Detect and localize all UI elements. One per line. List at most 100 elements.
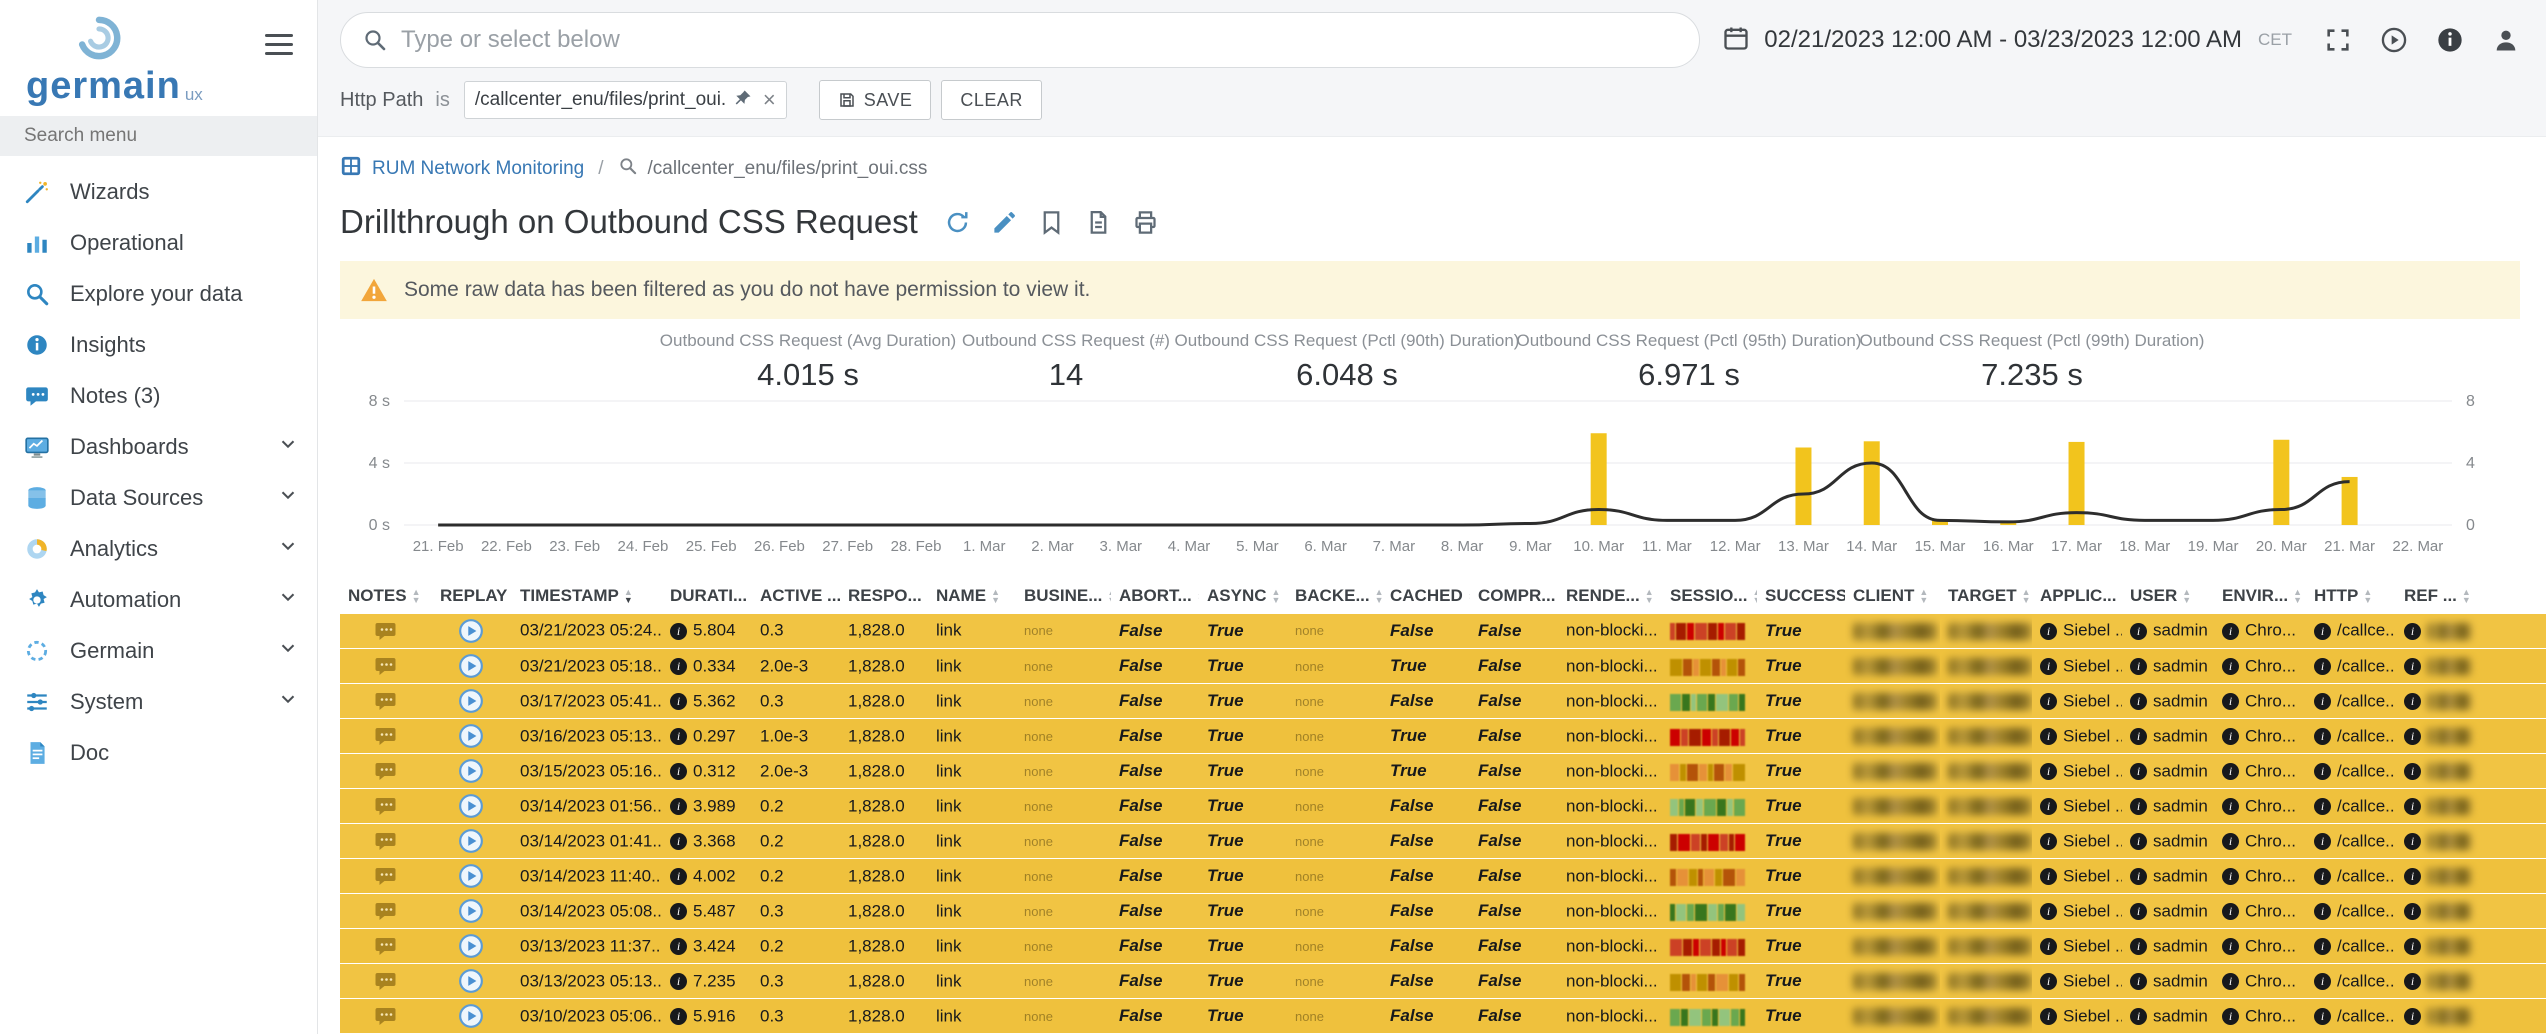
info-icon[interactable]: i [670, 658, 687, 675]
chevron-down-icon[interactable] [277, 637, 299, 664]
note-icon[interactable] [373, 830, 398, 849]
info-icon[interactable]: i [2404, 1008, 2421, 1025]
sort-arrows-icon[interactable]: ▲▼ [2363, 588, 2372, 604]
sidebar-item-analytics[interactable]: Analytics [0, 523, 317, 574]
info-icon[interactable]: i [2314, 763, 2331, 780]
column-header-http[interactable]: HTTP▲▼ [2306, 578, 2396, 614]
column-header-duration[interactable]: DURATI...▲▼ [662, 578, 752, 614]
column-header-backend[interactable]: BACKE...▲▼ [1287, 578, 1382, 614]
info-icon[interactable]: i [2040, 693, 2057, 710]
info-icon[interactable]: i [2222, 763, 2239, 780]
sidebar-item-wizards[interactable]: Wizards [0, 166, 317, 217]
info-icon[interactable]: i [2314, 903, 2331, 920]
pin-icon[interactable] [725, 88, 753, 113]
info-icon[interactable]: i [2404, 693, 2421, 710]
info-icon[interactable]: i [670, 798, 687, 815]
column-header-target[interactable]: TARGET▲▼ [1940, 578, 2032, 614]
info-icon[interactable]: i [2222, 938, 2239, 955]
info-icon[interactable]: i [2314, 833, 2331, 850]
save-button[interactable]: SAVE [819, 80, 932, 120]
table-row[interactable]: 03/14/2023 05:08...i5.4870.31,828.0linkn… [340, 894, 2546, 929]
replay-icon[interactable] [458, 725, 484, 744]
info-icon[interactable]: i [2130, 938, 2147, 955]
column-header-application[interactable]: APPLIC...▲▼ [2032, 578, 2122, 614]
info-icon[interactable]: i [2040, 973, 2057, 990]
column-header-name[interactable]: NAME▲▼ [928, 578, 1016, 614]
chevron-down-icon[interactable] [277, 484, 299, 511]
column-header-active[interactable]: ACTIVE ...▲▼ [752, 578, 840, 614]
sidebar-search-input[interactable] [24, 125, 293, 147]
bookmark-icon[interactable] [1038, 209, 1065, 236]
refresh-icon[interactable] [944, 209, 971, 236]
info-icon[interactable]: i [2314, 938, 2331, 955]
info-icon[interactable]: i [2404, 623, 2421, 640]
column-header-ref[interactable]: REF ...▲▼ [2396, 578, 2546, 614]
replay-icon[interactable] [458, 655, 484, 674]
info-icon[interactable]: i [2404, 798, 2421, 815]
info-icon[interactable]: i [2404, 903, 2421, 920]
info-icon[interactable]: i [2130, 763, 2147, 780]
info-icon[interactable]: i [2130, 1008, 2147, 1025]
sidebar-item-doc[interactable]: Doc [0, 727, 317, 778]
user-icon[interactable] [2492, 26, 2520, 54]
note-icon[interactable] [373, 690, 398, 709]
replay-icon[interactable] [458, 865, 484, 884]
info-icon[interactable]: i [2040, 728, 2057, 745]
info-icon[interactable]: i [670, 938, 687, 955]
info-icon[interactable]: i [670, 623, 687, 640]
sort-arrows-icon[interactable]: ▲▼ [991, 588, 1000, 604]
info-icon[interactable]: i [670, 693, 687, 710]
info-icon[interactable]: i [2314, 623, 2331, 640]
info-icon[interactable]: i [2040, 938, 2057, 955]
column-header-business[interactable]: BUSINE...▲▼ [1016, 578, 1111, 614]
table-row[interactable]: 03/14/2023 01:41...i3.3680.21,828.0linkn… [340, 824, 2546, 859]
info-icon[interactable]: i [670, 833, 687, 850]
info-icon[interactable]: i [2314, 693, 2331, 710]
info-icon[interactable]: i [2404, 763, 2421, 780]
table-row[interactable]: 03/10/2023 05:06...i5.9160.31,828.0linkn… [340, 999, 2546, 1034]
sidebar-item-explore-your-data[interactable]: Explore your data [0, 268, 317, 319]
info-icon[interactable]: i [2040, 868, 2057, 885]
info-icon[interactable]: i [2404, 833, 2421, 850]
play-circle-icon[interactable] [2380, 26, 2408, 54]
table-row[interactable]: 03/15/2023 05:16...i0.3122.0e-31,828.0li… [340, 754, 2546, 789]
info-icon[interactable]: i [2130, 833, 2147, 850]
info-icon[interactable]: i [2404, 728, 2421, 745]
table-row[interactable]: 03/21/2023 05:24...i5.8040.31,828.0linkn… [340, 614, 2546, 649]
sort-arrows-icon[interactable]: ▲▼ [1468, 588, 1470, 604]
info-icon[interactable]: i [2314, 728, 2331, 745]
column-header-client[interactable]: CLIENT▲▼ [1845, 578, 1940, 614]
info-icon[interactable]: i [2404, 973, 2421, 990]
sort-arrows-icon[interactable]: ▲▼ [1919, 588, 1928, 604]
replay-icon[interactable] [458, 900, 484, 919]
table-row[interactable]: 03/16/2023 05:13...i0.2971.0e-31,828.0li… [340, 719, 2546, 754]
note-icon[interactable] [373, 760, 398, 779]
info-icon[interactable]: i [2222, 798, 2239, 815]
info-icon[interactable]: i [2040, 658, 2057, 675]
sidebar-item-dashboards[interactable]: Dashboards [0, 421, 317, 472]
info-icon[interactable]: i [2040, 1008, 2057, 1025]
info-icon[interactable]: i [2404, 658, 2421, 675]
replay-icon[interactable] [458, 935, 484, 954]
info-icon[interactable]: i [2040, 903, 2057, 920]
info-icon[interactable]: i [2130, 973, 2147, 990]
column-header-compressed[interactable]: COMPR...▲▼ [1470, 578, 1558, 614]
column-header-cached[interactable]: CACHED▲▼ [1382, 578, 1470, 614]
sort-arrows-icon[interactable]: ▲▼ [624, 588, 633, 604]
info-icon[interactable]: i [2130, 623, 2147, 640]
replay-icon[interactable] [458, 970, 484, 989]
info-icon[interactable]: i [670, 1008, 687, 1025]
table-row[interactable]: 03/13/2023 05:13...i7.2350.31,828.0linkn… [340, 964, 2546, 999]
info-icon[interactable]: i [2222, 833, 2239, 850]
info-icon[interactable]: i [2314, 868, 2331, 885]
table-row[interactable]: 03/21/2023 05:18...i0.3342.0e-31,828.0li… [340, 649, 2546, 684]
info-icon[interactable]: i [670, 903, 687, 920]
replay-icon[interactable] [458, 1005, 484, 1024]
sort-arrows-icon[interactable]: ▲▼ [1272, 588, 1281, 604]
column-header-replay[interactable]: REPLAY▲▼ [432, 578, 512, 614]
sort-arrows-icon[interactable]: ▲▼ [2182, 588, 2191, 604]
sidebar-item-notes[interactable]: Notes (3) [0, 370, 317, 421]
column-header-timestamp[interactable]: TIMESTAMP▲▼ [512, 578, 662, 614]
sort-arrows-icon[interactable]: ▲▼ [1752, 588, 1757, 604]
note-icon[interactable] [373, 970, 398, 989]
